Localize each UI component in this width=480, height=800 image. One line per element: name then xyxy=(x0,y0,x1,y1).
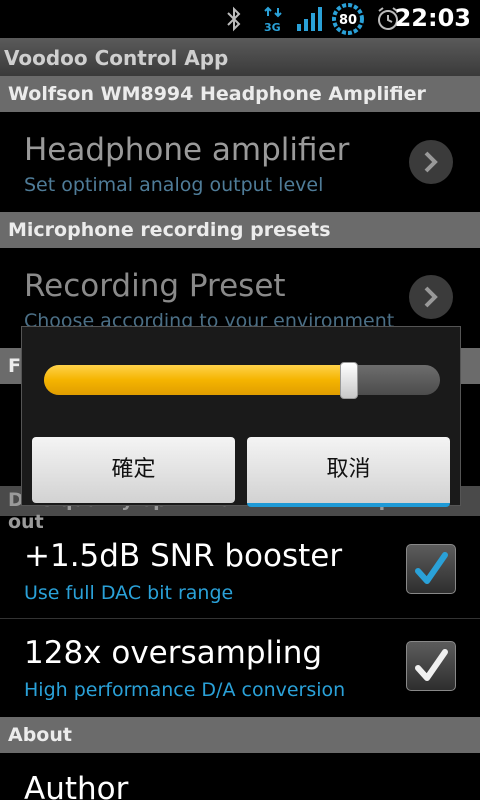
pref-headphone-amplifier[interactable]: Headphone amplifier Set optimal analog o… xyxy=(0,112,480,212)
app-title: Voodoo Control App xyxy=(4,46,229,70)
pref-author[interactable]: Author xyxy=(0,753,480,800)
pref-snr-booster[interactable]: +1.5dB SNR booster Use full DAC bit rang… xyxy=(0,520,480,618)
level-slider-fill xyxy=(44,365,349,395)
confirm-button[interactable]: 確定 xyxy=(32,437,235,503)
pref-title: Author xyxy=(24,771,129,800)
pref-title: Recording Preset xyxy=(24,268,286,304)
status-time: 22:03 xyxy=(394,4,471,32)
cancel-button[interactable]: 取消 xyxy=(247,437,450,507)
bluetooth-icon xyxy=(224,6,244,32)
section-title: About xyxy=(8,724,72,746)
section-title: Microphone recording presets xyxy=(8,219,331,241)
pref-oversampling[interactable]: 128x oversampling High performance D/A c… xyxy=(0,619,480,717)
section-header-mic: Microphone recording presets xyxy=(0,212,480,248)
snr-booster-checkbox[interactable] xyxy=(406,544,456,594)
pref-title: Headphone amplifier xyxy=(24,132,350,168)
svg-text:80: 80 xyxy=(339,13,357,28)
pref-summary: Use full DAC bit range xyxy=(24,582,234,604)
section-title: Wolfson WM8994 Headphone Amplifier xyxy=(8,83,426,105)
chevron-right-icon xyxy=(409,140,453,184)
status-bar: 3G 80 22:03 xyxy=(0,0,480,38)
pref-summary: High performance D/A conversion xyxy=(24,679,346,701)
oversampling-checkbox[interactable] xyxy=(406,641,456,691)
signal-icon xyxy=(296,6,324,32)
section-header-about: About xyxy=(0,717,480,753)
level-slider-track[interactable] xyxy=(44,365,440,395)
pref-title: +1.5dB SNR booster xyxy=(24,538,343,574)
level-slider-thumb[interactable] xyxy=(340,362,358,399)
slider-dialog: 確定 取消 xyxy=(21,326,461,507)
section-header-amp: Wolfson WM8994 Headphone Amplifier xyxy=(0,76,480,112)
data-3g-icon: 3G xyxy=(262,6,286,34)
battery-icon: 80 xyxy=(331,2,365,36)
app-title-bar: Voodoo Control App xyxy=(0,38,480,76)
chevron-right-icon xyxy=(409,275,453,319)
pref-summary: Set optimal analog output level xyxy=(24,174,324,196)
pref-title: 128x oversampling xyxy=(24,635,323,671)
svg-text:3G: 3G xyxy=(264,21,281,32)
